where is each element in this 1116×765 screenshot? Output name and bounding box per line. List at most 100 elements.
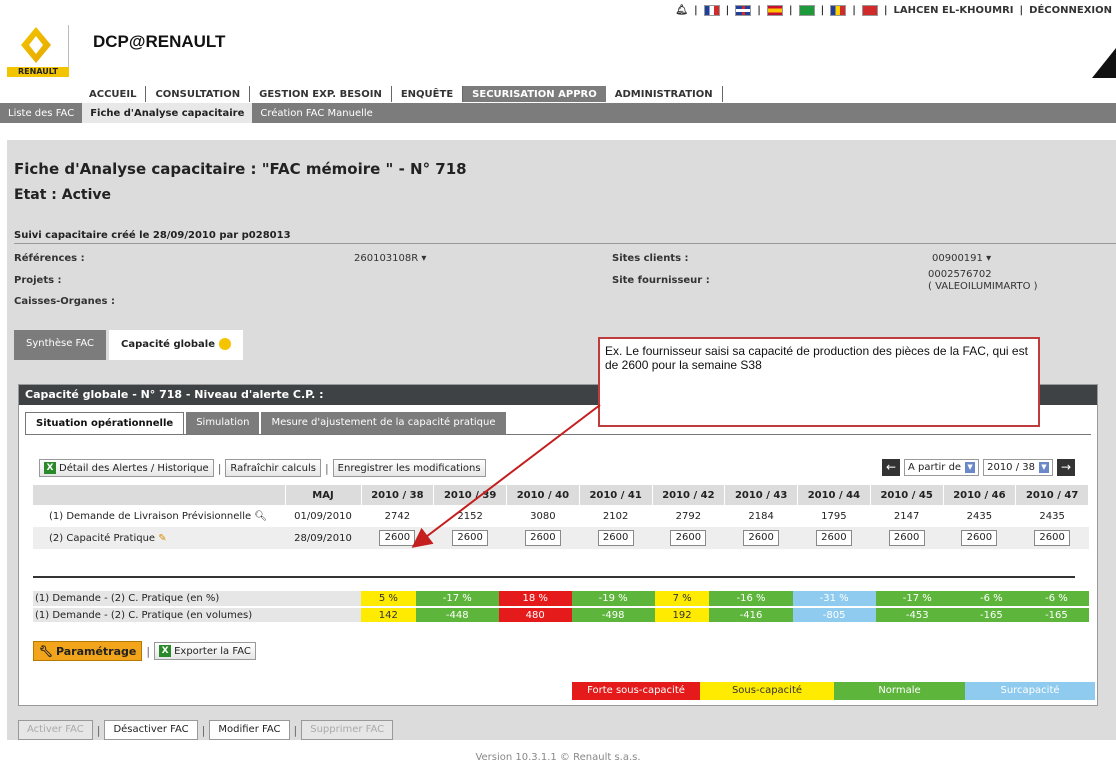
nav-administration[interactable]: ADMINISTRATION: [606, 86, 723, 102]
capacity-input[interactable]: 2600: [743, 530, 780, 546]
capacity-input[interactable]: 2600: [379, 530, 416, 546]
capacity-maj: 28/09/2010: [285, 527, 361, 549]
flag-br-icon[interactable]: [798, 4, 815, 16]
next-arrow-icon[interactable]: →: [1057, 459, 1075, 476]
site-fournisseur-label: Site fournisseur :: [612, 275, 710, 286]
grid-header-week: 2010 / 39: [433, 485, 507, 505]
refresh-button[interactable]: Rafraîchir calculs: [225, 459, 321, 477]
tab-capacite-globale-label: Capacité globale: [121, 339, 216, 350]
annotation-callout: Ex. Le fournisseur saisi sa capacité de …: [598, 337, 1040, 427]
legend: Forte sous-capacité Sous-capacité Normal…: [572, 682, 1095, 700]
detail-alertes-button[interactable]: X Détail des Alertes / Historique: [39, 459, 214, 477]
sites-clients-select[interactable]: 00900191 ▾: [932, 253, 991, 264]
wrench-icon: 🔧︎: [39, 644, 53, 658]
flag-ro-icon[interactable]: [830, 4, 847, 16]
grid-header-week: 2010 / 43: [724, 485, 798, 505]
chevron-down-icon: ▼: [965, 462, 976, 473]
pct-cell: -6 %: [958, 591, 1024, 608]
flag-es-icon[interactable]: [766, 4, 783, 16]
toolbar-pipe: |: [293, 723, 298, 737]
vol-cell: -165: [1023, 607, 1089, 624]
corner-decoration: [1092, 48, 1116, 78]
legend-forte-sous-capacite: Forte sous-capacité: [572, 682, 700, 700]
flag-uk-icon[interactable]: [735, 4, 752, 16]
export-fac-button[interactable]: X Exporter la FAC: [154, 642, 256, 660]
demand-maj: 01/09/2010: [294, 510, 352, 522]
vol-cell: 480: [498, 607, 572, 624]
nav-securisation-appro[interactable]: SECURISATION APPRO: [463, 86, 606, 102]
flag-tr-icon[interactable]: [861, 4, 878, 16]
vol-cell: -165: [958, 607, 1024, 624]
vol-row-label: (1) Demande - (2) C. Pratique (en volume…: [33, 607, 361, 624]
capacity-input[interactable]: 2600: [597, 530, 634, 546]
nav-accueil[interactable]: ACCUEIL: [80, 86, 147, 102]
bell-icon[interactable]: 🔔︎: [675, 5, 688, 16]
flag-fr-icon[interactable]: [703, 4, 720, 16]
nav-consultation[interactable]: CONSULTATION: [146, 86, 251, 102]
save-button[interactable]: Enregistrer les modifications: [332, 459, 486, 477]
pct-row-label: (1) Demande - (2) C. Pratique (en %): [33, 591, 361, 608]
pencil-icon[interactable]: ✎: [158, 533, 166, 544]
capacity-input[interactable]: 2600: [815, 530, 852, 546]
references-select[interactable]: 260103108R ▾: [354, 253, 426, 264]
site-fournisseur-code: 0002576702: [928, 269, 992, 280]
tab-synthese-fac[interactable]: Synthèse FAC: [14, 330, 107, 360]
capacity-input[interactable]: 2600: [1034, 530, 1071, 546]
desactiver-fac-button[interactable]: Désactiver FAC: [104, 720, 198, 740]
grid-header-week: 2010 / 46: [943, 485, 1017, 505]
sites-clients-label: Sites clients :: [612, 253, 689, 264]
modifier-fac-button[interactable]: Modifier FAC: [209, 720, 290, 740]
magnifier-icon[interactable]: 🔍︎: [254, 511, 267, 522]
pct-cell: -6 %: [1023, 591, 1089, 608]
toolbar-pipe: |: [217, 461, 222, 475]
legend-sous-capacite: Sous-capacité: [700, 682, 834, 700]
grid-separator: [33, 576, 1075, 578]
user-name: LAHCEN EL-KHOUMRI: [893, 4, 1014, 16]
supprimer-fac-button[interactable]: Supprimer FAC: [301, 720, 394, 740]
from-select[interactable]: A partir de ▼: [903, 459, 980, 476]
renault-logo[interactable]: RENAULT: [7, 25, 69, 77]
grid-header-week: 2010 / 47: [1015, 485, 1089, 505]
main-nav: ACCUEIL CONSULTATION GESTION EXP. BESOIN…: [80, 86, 723, 102]
capacity-input[interactable]: 2600: [670, 530, 707, 546]
demand-cell: 2742: [384, 510, 411, 522]
parametrage-button[interactable]: 🔧︎ Paramétrage: [33, 641, 143, 661]
export-fac-label: Exporter la FAC: [174, 645, 251, 657]
from-select-label: A partir de: [907, 462, 962, 473]
demand-cell: 2184: [748, 510, 774, 522]
nav-enquete[interactable]: ENQUÊTE: [392, 86, 464, 102]
parametrage-label: Paramétrage: [55, 644, 137, 658]
capacity-input[interactable]: 2600: [961, 530, 998, 546]
tab-simulation[interactable]: Simulation: [186, 412, 260, 434]
prev-arrow-icon[interactable]: ←: [881, 459, 900, 476]
subnav-creation-fac[interactable]: Création FAC Manuelle: [252, 103, 380, 123]
demand-cell: 3080: [530, 510, 556, 522]
capacity-input[interactable]: 2600: [524, 530, 561, 546]
vol-cell: 192: [654, 607, 710, 624]
capacity-input[interactable]: 2600: [452, 530, 489, 546]
table-row: (2) Capacité Pratique ✎ 28/09/2010 2600 …: [33, 527, 1089, 549]
logout-link[interactable]: DÉCONNEXION: [1029, 5, 1112, 16]
table-row: (1) Demande - (2) C. Pratique (en volume…: [33, 607, 1089, 624]
week-select[interactable]: 2010 / 38 ▼: [983, 459, 1053, 476]
capacity-label: (2) Capacité Pratique: [49, 532, 156, 544]
vol-cell: -498: [571, 607, 655, 624]
excel-icon: X: [159, 645, 172, 657]
subnav-fiche-analyse[interactable]: Fiche d'Analyse capacitaire: [82, 103, 253, 123]
tab-mesure-ajustement[interactable]: Mesure d'ajustement de la capacité prati…: [261, 412, 506, 434]
panel-toolbar: X Détail des Alertes / Historique | Rafra…: [39, 459, 486, 477]
outer-tabs: Synthèse FAC Capacité globale: [14, 330, 243, 360]
capacity-input[interactable]: 2600: [888, 530, 925, 546]
panel-buttons: 🔧︎ Paramétrage | X Exporter la FAC: [33, 641, 256, 661]
table-row: (1) Demande - (2) C. Pratique (en %) 5 %…: [33, 591, 1089, 608]
nav-gestion-exp-besoin[interactable]: GESTION EXP. BESOIN: [250, 86, 392, 102]
analysis-grid: (1) Demande - (2) C. Pratique (en %) 5 %…: [33, 591, 1089, 624]
tab-capacite-globale[interactable]: Capacité globale: [109, 330, 243, 360]
tab-situation-operationnelle[interactable]: Situation opérationnelle: [25, 412, 185, 434]
vol-cell: -805: [792, 607, 876, 624]
demand-cell: 2102: [602, 510, 629, 522]
pct-cell: 18 %: [498, 591, 572, 608]
subnav-liste-fac[interactable]: Liste des FAC: [0, 103, 82, 123]
activer-fac-button[interactable]: Activer FAC: [18, 720, 93, 740]
demand-cell: 2792: [675, 510, 702, 522]
